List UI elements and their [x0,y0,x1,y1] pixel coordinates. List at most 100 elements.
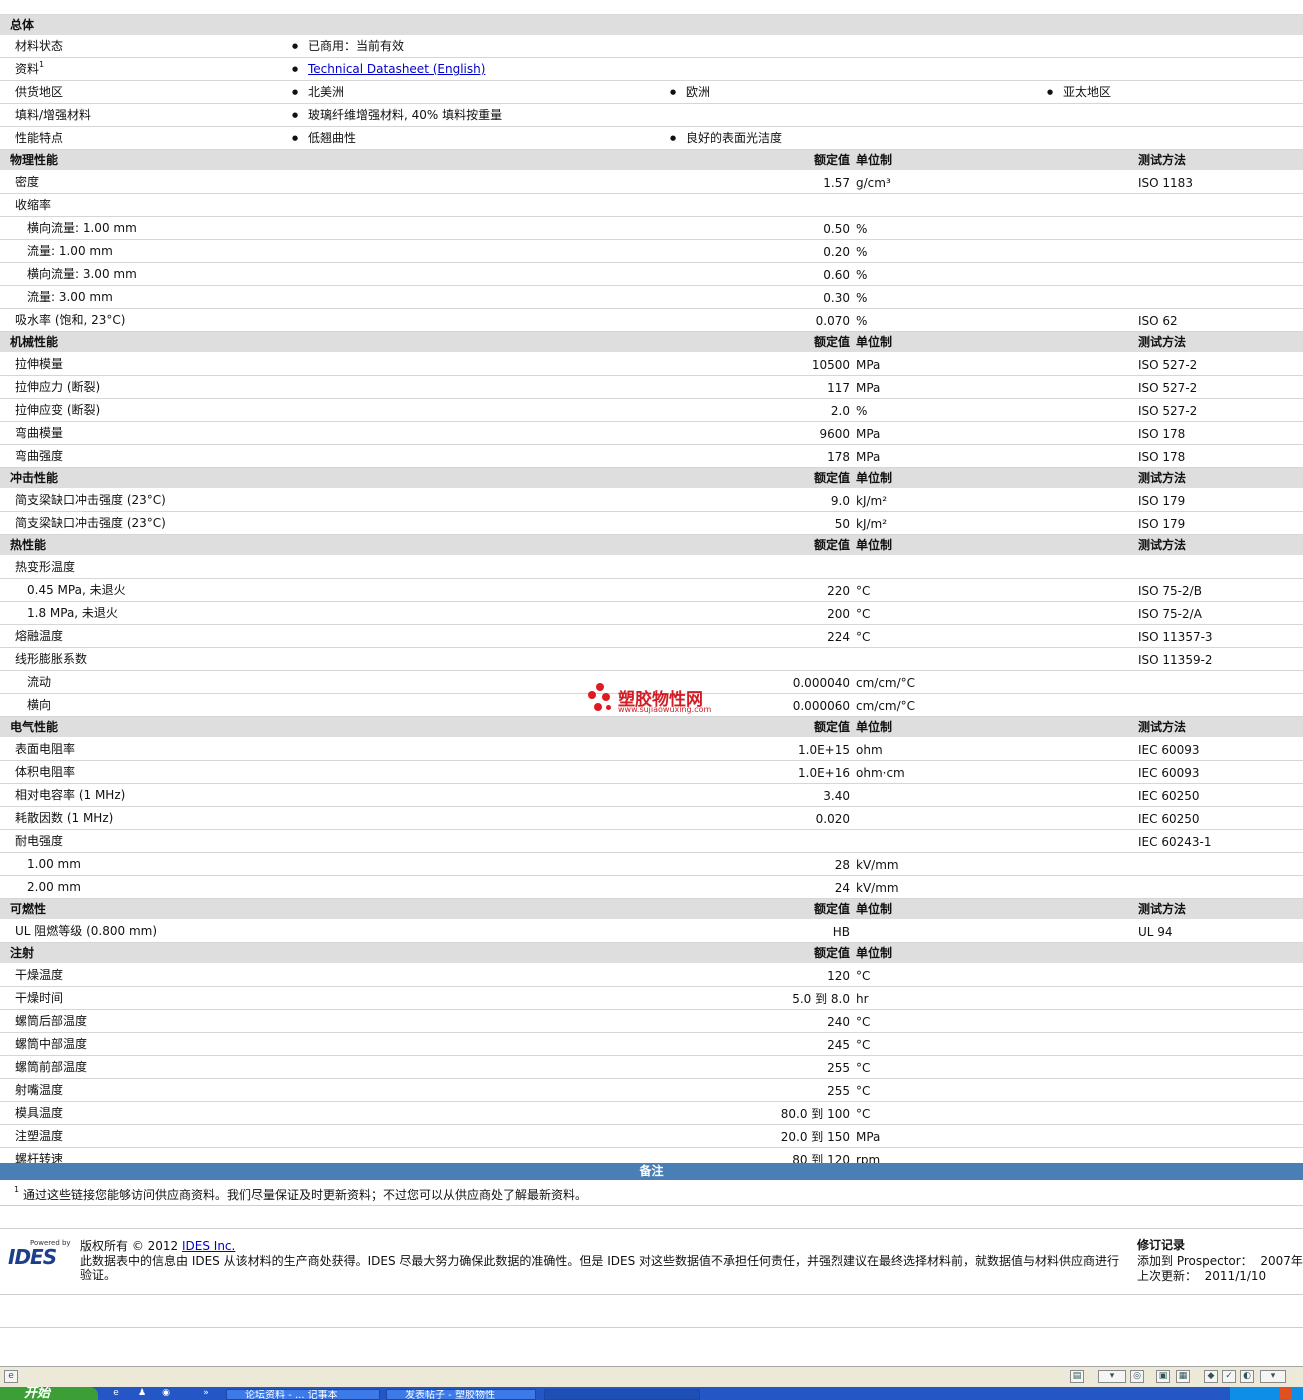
header-value: 额定值 [813,153,850,167]
property-value: 178 [827,450,850,464]
property-value: 9600 [819,427,850,441]
property-unit: MPa [856,358,881,372]
bullet-item: 低翘曲性 [292,127,356,149]
property-value: 1.0E+15 [798,743,850,757]
footer: Powered by IDES 版权所有 © 2012 IDES Inc. 此数… [0,1237,1303,1293]
updated-value: 2011/1/10 [1204,1269,1267,1283]
header-unit: 单位制 [856,538,893,552]
property-unit: MPa [856,1130,881,1144]
copyright: 版权所有 © 2012 IDES Inc. [80,1239,235,1254]
section-header-general: 总体 [0,15,1303,35]
bullet-text: 已商用：当前有效 [308,39,405,53]
property-unit: % [856,314,868,328]
tray-icon[interactable] [1280,1388,1292,1399]
property-row: 横向流量: 3.00 mm 0.60% [0,263,1303,286]
section-title: 物理性能 [10,153,59,167]
property-row: 熔融温度 224 °C ISO 11357-3 [0,625,1303,648]
updated-date: 上次更新： 2011/1/10 [1137,1269,1266,1284]
property-value: HB [832,925,850,939]
header-test: 测试方法 [1138,720,1187,734]
property-name: UL 阻燃等级 (0.800 mm) [15,924,158,938]
property-value: 0.000060 [792,699,850,713]
property-unit: °C [856,607,871,621]
property-value: 28 [834,858,850,872]
property-name: 拉伸模量 [15,357,64,371]
property-test-method: IEC 60250 [1138,789,1200,803]
ides-logo[interactable]: Powered by IDES [8,1239,72,1269]
save-icon[interactable]: ▦ [1176,1370,1190,1383]
bullet-item: 欧洲 [670,81,710,103]
property-unit: % [856,222,868,236]
quicklaunch-ie-icon[interactable]: e [110,1388,122,1399]
property-name: 流量: 3.00 mm [27,290,113,304]
start-button[interactable]: 开始 [0,1387,98,1400]
property-value: 1.57 [823,176,850,190]
property-name-text: 资料 [15,62,40,76]
property-test-method: ISO 75-2/B [1138,584,1202,598]
property-row: 简支梁缺口冲击强度 (23°C) 50 kJ/m² ISO 179 [0,512,1303,535]
security-icon[interactable]: ◎ [1130,1370,1144,1383]
property-name: 弯曲强度 [15,449,64,463]
ides-inc-link[interactable]: IDES Inc. [182,1239,235,1253]
zone-icon[interactable]: ◆ [1204,1370,1218,1383]
added-date: 添加到 Prospector： 2007年2 [1137,1254,1303,1269]
task-forum-label: 发表帖子 - 塑胶物性 [405,1390,495,1400]
header-unit: 单位制 [856,153,893,167]
general-row: 资料1 Technical Datasheet (English) [0,58,1303,81]
zoom-icon[interactable]: ▾ [1260,1370,1286,1383]
watermark-url: www.sujiaowuxing.com [618,705,712,714]
property-row: 0.45 MPa, 未退火 220 °C ISO 75-2/B [0,579,1303,602]
property-value: 0.30 [823,291,850,305]
property-unit: % [856,268,868,282]
print-icon[interactable]: ▣ [1156,1370,1170,1383]
property-value: 9.0 [830,494,850,508]
property-row: 横向流量: 1.00 mm 0.50% [0,217,1303,240]
footnote-ref: 1 [39,60,45,69]
start-label: 开始 [24,1387,51,1400]
property-value: 3.40 [823,789,850,803]
popup-blocker-icon[interactable]: ▾ [1098,1370,1126,1383]
property-test-method: UL 94 [1138,925,1173,939]
section-title: 可燃性 [10,902,47,916]
task-notepad[interactable]: 论坛资料 - ... 记事本 [226,1389,380,1400]
property-name-text: 填料/增强材料 [15,108,92,122]
property-row: 体积电阻率 1.0E+16 ohm·cm IEC 60093 [0,761,1303,784]
bullet-item: 玻璃纤维增强材料, 40% 填料按重量 [292,104,502,126]
header-test: 测试方法 [1138,902,1187,916]
property-row: 弯曲模量 9600 MPa ISO 178 [0,422,1303,445]
property-name: 螺筒前部温度 [15,1060,88,1074]
bullet-item[interactable]: Technical Datasheet (English) [292,58,485,80]
page-icon[interactable]: ▤ [1070,1370,1084,1383]
task-forum[interactable]: 发表帖子 - 塑胶物性 [386,1389,536,1400]
globe-icon[interactable]: ◐ [1240,1370,1254,1383]
property-unit: MPa [856,450,881,464]
property-value: 245 [827,1038,850,1052]
property-value: 1.0E+16 [798,766,850,780]
property-value: 0.50 [823,222,850,236]
datasheet-link[interactable]: Technical Datasheet (English) [308,62,485,76]
property-name: 射嘴温度 [15,1083,64,1097]
quicklaunch-media-icon[interactable]: ◉ [160,1388,172,1399]
top-divider [0,0,1303,15]
updated-label: 上次更新： [1137,1269,1198,1283]
property-row: 收缩率 [0,194,1303,217]
bullet-item: 已商用：当前有效 [292,35,404,57]
check-icon[interactable]: ✓ [1222,1370,1236,1383]
property-test-method: IEC 60093 [1138,743,1200,757]
header-unit: 单位制 [856,471,893,485]
property-row: 螺筒中部温度 245 °C [0,1033,1303,1056]
property-row: 相对电容率 (1 MHz) 3.40 IEC 60250 [0,784,1303,807]
property-test-method: ISO 62 [1138,314,1178,328]
property-unit: g/cm³ [856,176,891,190]
bullet-text: 良好的表面光洁度 [686,131,783,145]
system-tray [1230,1387,1303,1400]
task-active-window[interactable] [544,1389,700,1400]
copyright-text: 版权所有 © 2012 [80,1239,182,1253]
header-test: 测试方法 [1138,471,1187,485]
quicklaunch-chat-icon[interactable]: ♟ [136,1388,148,1399]
header-value: 额定值 [813,720,850,734]
property-name: 收缩率 [15,198,52,212]
property-value: 0.60 [823,268,850,282]
property-test-method: ISO 527-2 [1138,381,1198,395]
quicklaunch-more-icon[interactable]: » [200,1388,212,1399]
